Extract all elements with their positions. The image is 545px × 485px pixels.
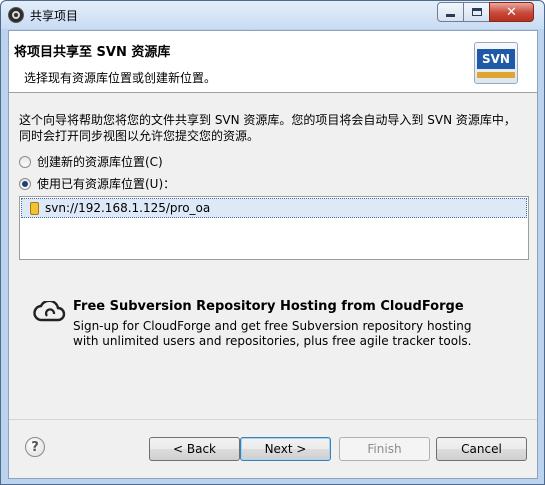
repository-location-list[interactable]: svn://192.168.1.125/pro_oa [19,196,529,260]
cancel-button[interactable]: Cancel [436,437,527,461]
svn-logo-text: SVN [477,49,515,69]
description-line-1: 这个向导将帮助您将您的文件共享到 SVN 资源库。您的项目将会自动导入到 SVN… [19,113,516,127]
cloudforge-icon [33,301,66,322]
repository-url: svn://192.168.1.125/pro_oa [45,201,211,215]
svn-logo-icon: SVN [474,42,518,84]
dialog-body: 将项目共享至 SVN 资源库 选择现有资源库位置或创建新位置。 SVN 这个向导… [8,30,538,479]
title-bar[interactable]: 共享项目 ✕ [1,1,544,29]
finish-button[interactable]: Finish [339,437,430,461]
use-existing-location-radio[interactable] [19,177,31,190]
minimize-button[interactable] [437,2,464,22]
next-button[interactable]: Next > [240,437,331,461]
promo-title[interactable]: Free Subversion Repository Hosting from … [73,299,464,314]
wizard-title: 将项目共享至 SVN 资源库 [14,45,171,60]
promo-line-1: Sign-up for CloudForge and get free Subv… [73,319,472,333]
use-existing-location-label: 使用已有资源库位置(U)： [37,177,176,191]
create-new-location-option[interactable]: 创建新的资源库位置(C) [19,153,163,170]
wizard-header: 将项目共享至 SVN 资源库 选择现有资源库位置或创建新位置。 SVN [9,31,537,93]
help-button[interactable]: ? [25,437,45,457]
minimize-icon [446,14,455,17]
maximize-button[interactable] [463,2,490,22]
back-button[interactable]: < Back [149,437,240,461]
use-existing-location-option[interactable]: 使用已有资源库位置(U)： [19,175,175,192]
maximize-icon [471,8,482,16]
list-item[interactable]: svn://192.168.1.125/pro_oa [21,198,527,218]
window-title: 共享项目 [30,9,79,23]
description-line-2: 同时会打开同步视图以允许您提交您的资源。 [19,129,260,143]
svn-logo-bar [477,72,515,78]
repository-icon [30,201,39,215]
footer-divider [9,419,537,420]
create-new-location-radio[interactable] [19,155,31,168]
create-new-location-label: 创建新的资源库位置(C) [37,155,163,169]
close-icon: ✕ [506,4,517,20]
wizard-subtitle: 选择现有资源库位置或创建新位置。 [24,71,217,85]
share-project-dialog: 共享项目 ✕ 将项目共享至 SVN 资源库 选择现有资源库位置或创建新位置。 S… [0,0,545,485]
promo-line-2: with unlimited users and repositories, p… [73,334,472,348]
eclipse-app-icon [8,7,24,23]
close-button[interactable]: ✕ [489,2,534,22]
wizard-description: 这个向导将帮助您将您的文件共享到 SVN 资源库。您的项目将会自动导入到 SVN… [19,112,529,144]
help-icon: ? [31,439,39,455]
